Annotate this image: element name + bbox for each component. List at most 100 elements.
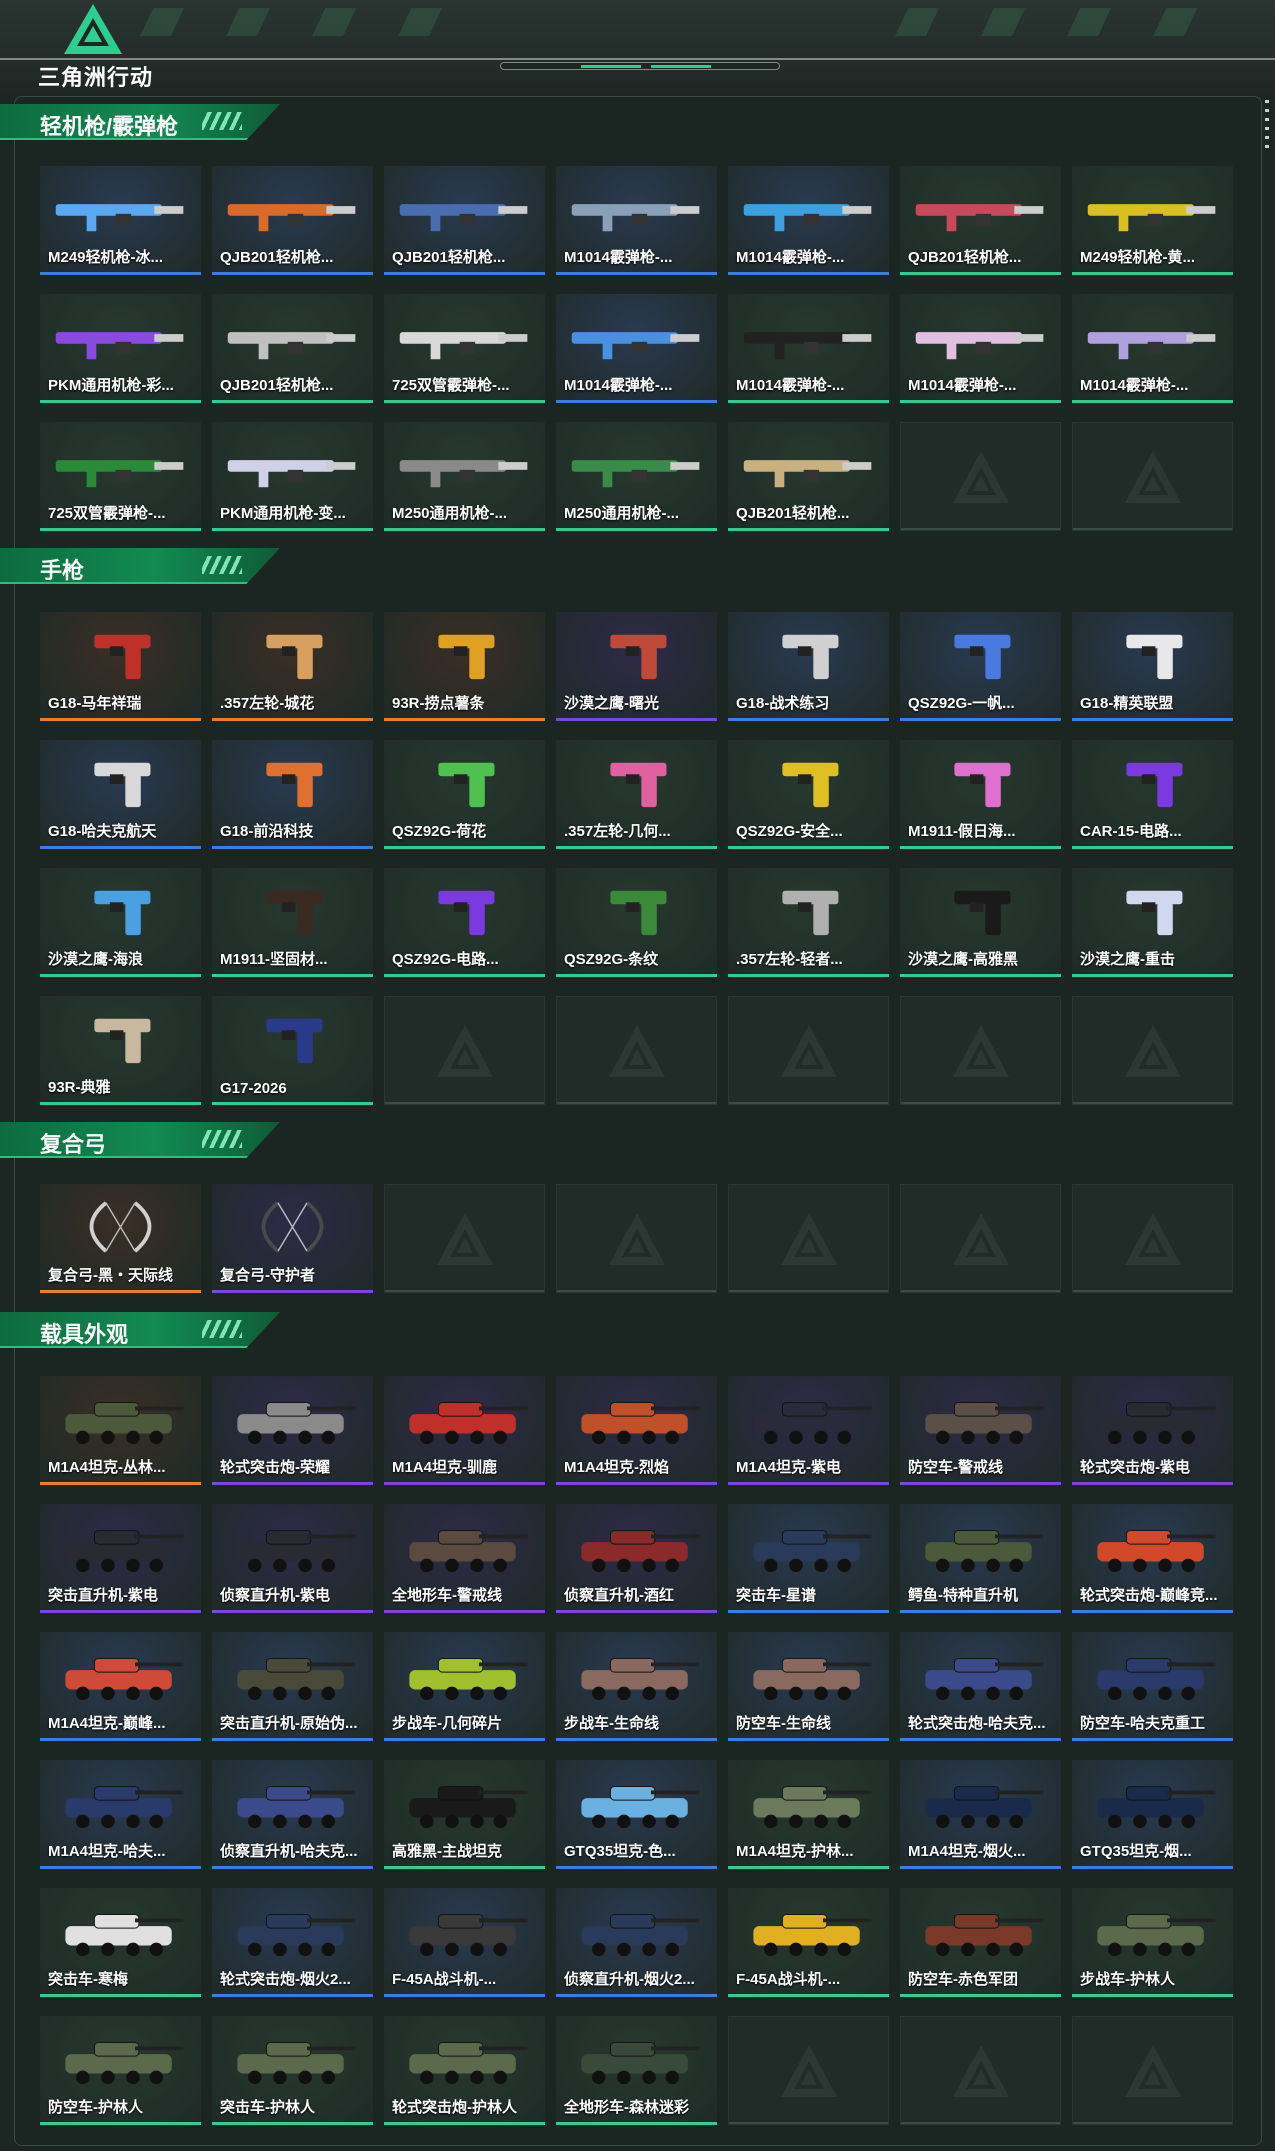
skin-card[interactable]: 93R-捞点薯条 xyxy=(384,612,545,721)
skin-card[interactable]: M1A4坦克-驯鹿 xyxy=(384,1376,545,1485)
skin-card[interactable]: .357左轮-轻者... xyxy=(728,868,889,977)
skin-card[interactable]: 全地形车-警戒线 xyxy=(384,1504,545,1613)
skin-card[interactable]: M249轻机枪-黄... xyxy=(1072,166,1233,275)
item-art-icon xyxy=(915,204,1044,232)
skin-card[interactable]: 侦察直升机-哈夫克... xyxy=(212,1760,373,1869)
skin-card[interactable]: 轮式突击炮-护林人 xyxy=(384,2016,545,2125)
skin-card[interactable]: M1A4坦克-巅峰... xyxy=(40,1632,201,1741)
skin-card[interactable]: QSZ92G-条纹 xyxy=(556,868,717,977)
skin-card[interactable]: 防空车-护林人 xyxy=(40,2016,201,2125)
skin-card[interactable]: QJB201轻机枪... xyxy=(212,166,373,275)
skin-card[interactable]: QSZ92G-一帆... xyxy=(900,612,1061,721)
skin-card[interactable]: M1014霰弹枪-... xyxy=(1072,294,1233,403)
skin-card[interactable]: M1A4坦克-烟火... xyxy=(900,1760,1061,1869)
skin-card[interactable]: M1911-坚固材... xyxy=(212,868,373,977)
skin-card[interactable]: 侦察直升机-烟火2... xyxy=(556,1888,717,1997)
skin-card[interactable]: 复合弓-守护者 xyxy=(212,1184,373,1293)
placeholder-delta-icon xyxy=(1124,450,1181,503)
skin-card[interactable]: 沙漠之鹰-高雅黑 xyxy=(900,868,1061,977)
skin-card[interactable]: M1A4坦克-哈夫... xyxy=(40,1760,201,1869)
skin-card[interactable]: G18-战术练习 xyxy=(728,612,889,721)
skin-card[interactable]: G18-马年祥瑞 xyxy=(40,612,201,721)
skin-card[interactable]: QJB201轻机枪... xyxy=(384,166,545,275)
skin-card[interactable]: M1A4坦克-护林... xyxy=(728,1760,889,1869)
skin-card[interactable]: M1A4坦克-烈焰 xyxy=(556,1376,717,1485)
skin-card[interactable]: M1014霰弹枪-... xyxy=(728,166,889,275)
skin-card[interactable]: G18-前沿科技 xyxy=(212,740,373,849)
skin-card[interactable]: QSZ92G-安全... xyxy=(728,740,889,849)
rarity-bar xyxy=(384,1994,545,1997)
skin-card[interactable]: GTQ35坦克-色... xyxy=(556,1760,717,1869)
skin-card[interactable]: QSZ92G-电路... xyxy=(384,868,545,977)
skin-card[interactable]: 防空车-警戒线 xyxy=(900,1376,1061,1485)
skin-card[interactable]: .357左轮-城花 xyxy=(212,612,373,721)
skin-card[interactable]: QJB201轻机枪... xyxy=(728,422,889,531)
skin-card[interactable]: QJB201轻机枪... xyxy=(900,166,1061,275)
skin-card[interactable]: F-45A战斗机-... xyxy=(728,1888,889,1997)
skin-card[interactable]: 轮式突击炮-巅峰竞... xyxy=(1072,1504,1233,1613)
skin-card[interactable]: M250通用机枪-... xyxy=(384,422,545,531)
skin-card[interactable]: GTQ35坦克-烟... xyxy=(1072,1760,1233,1869)
skin-card[interactable]: 突击直升机-原始伪... xyxy=(212,1632,373,1741)
skin-card[interactable]: 侦察直升机-酒红 xyxy=(556,1504,717,1613)
item-art-icon xyxy=(237,1914,356,1957)
section-header: 载具外观 xyxy=(0,1312,280,1348)
item-art-icon xyxy=(1126,762,1183,808)
skin-label: G18-前沿科技 xyxy=(220,823,314,840)
skin-card[interactable]: M1014霰弹枪-... xyxy=(728,294,889,403)
skin-card[interactable]: 93R-典雅 xyxy=(40,996,201,1105)
rarity-bar xyxy=(212,1482,373,1485)
skin-card[interactable]: 突击车-护林人 xyxy=(212,2016,373,2125)
skin-card[interactable]: 防空车-赤色军团 xyxy=(900,1888,1061,1997)
skin-card[interactable]: G17-2026 xyxy=(212,996,373,1105)
skin-card[interactable]: 防空车-哈夫克重工 xyxy=(1072,1632,1233,1741)
skin-card[interactable]: 沙漠之鹰-海浪 xyxy=(40,868,201,977)
skin-card[interactable]: 轮式突击炮-哈夫克... xyxy=(900,1632,1061,1741)
skin-card[interactable]: M1014霰弹枪-... xyxy=(900,294,1061,403)
skin-card[interactable]: CAR-15-电路... xyxy=(1072,740,1233,849)
skin-card[interactable]: M249轻机枪-冰... xyxy=(40,166,201,275)
skin-label: .357左轮-轻者... xyxy=(736,951,843,968)
skin-card[interactable]: M1014霰弹枪-... xyxy=(556,294,717,403)
skin-card[interactable]: 突击车-星谱 xyxy=(728,1504,889,1613)
item-art-icon xyxy=(1097,1658,1216,1701)
skin-card[interactable]: M1A4坦克-丛林... xyxy=(40,1376,201,1485)
skin-card[interactable]: M1911-假日海... xyxy=(900,740,1061,849)
skin-card[interactable]: 突击直升机-紫电 xyxy=(40,1504,201,1613)
skin-card[interactable]: 高雅黑-主战坦克 xyxy=(384,1760,545,1869)
skin-card[interactable]: 725双管霰弹枪-... xyxy=(384,294,545,403)
skin-card[interactable]: 沙漠之鹰-重击 xyxy=(1072,868,1233,977)
scroll-indicator[interactable] xyxy=(1265,100,1269,150)
placeholder-delta-icon xyxy=(608,1024,665,1077)
skin-card[interactable]: 725双管霰弹枪-... xyxy=(40,422,201,531)
skin-card[interactable]: 步战车-几何碎片 xyxy=(384,1632,545,1741)
skin-card[interactable]: G18-哈夫克航天 xyxy=(40,740,201,849)
skin-card[interactable]: 沙漠之鹰-曙光 xyxy=(556,612,717,721)
skin-card[interactable]: 步战车-护林人 xyxy=(1072,1888,1233,1997)
skin-card[interactable]: 复合弓-黑・天际线 xyxy=(40,1184,201,1293)
skin-card[interactable]: M1014霰弹枪-... xyxy=(556,166,717,275)
placeholder-delta-icon xyxy=(780,1024,837,1077)
skin-card[interactable]: 鳄鱼-特种直升机 xyxy=(900,1504,1061,1613)
skin-card[interactable]: 全地形车-森林迷彩 xyxy=(556,2016,717,2125)
skin-card[interactable]: 侦察直升机-紫电 xyxy=(212,1504,373,1613)
skin-card[interactable]: G18-精英联盟 xyxy=(1072,612,1233,721)
placeholder-delta-icon xyxy=(436,1212,493,1265)
skin-card[interactable]: QJB201轻机枪... xyxy=(212,294,373,403)
item-art-icon xyxy=(753,1658,872,1701)
skin-card[interactable]: F-45A战斗机-... xyxy=(384,1888,545,1997)
skin-label: 高雅黑-主战坦克 xyxy=(392,1843,502,1860)
skin-card[interactable]: QSZ92G-荷花 xyxy=(384,740,545,849)
skin-card[interactable]: M250通用机枪-... xyxy=(556,422,717,531)
skin-card[interactable]: M1A4坦克-紫电 xyxy=(728,1376,889,1485)
skin-card[interactable]: 突击车-寒梅 xyxy=(40,1888,201,1997)
skin-card[interactable]: 轮式突击炮-烟火2... xyxy=(212,1888,373,1997)
skin-card[interactable]: 步战车-生命线 xyxy=(556,1632,717,1741)
skin-card[interactable]: PKM通用机枪-变... xyxy=(212,422,373,531)
skin-card[interactable]: .357左轮-几何... xyxy=(556,740,717,849)
skin-card[interactable]: PKM通用机枪-彩... xyxy=(40,294,201,403)
skin-card[interactable]: 轮式突击炮-紫电 xyxy=(1072,1376,1233,1485)
skin-card[interactable]: 防空车-生命线 xyxy=(728,1632,889,1741)
skin-card[interactable]: 轮式突击炮-荣耀 xyxy=(212,1376,373,1485)
rarity-bar xyxy=(384,1866,545,1869)
